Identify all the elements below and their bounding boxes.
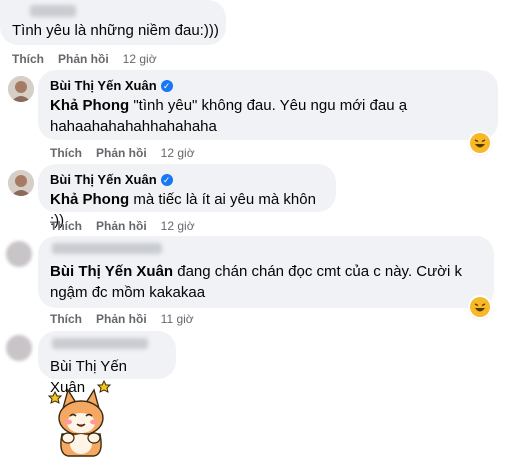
comment-text: Tình yêu là những niềm đau:))) bbox=[12, 22, 219, 39]
comment-bubble-1: Tình yêu là những niềm đau:))) bbox=[0, 0, 226, 45]
comment-time[interactable]: 11 giờ bbox=[161, 312, 194, 326]
blurred-author-name bbox=[52, 243, 162, 254]
comment-text: "tình yêu" không đau. Yêu ngu mới đau ạ bbox=[129, 97, 408, 114]
reply-button[interactable]: Phản hồi bbox=[96, 312, 147, 326]
comment-bubble-2: Bùi Thị Yến Xuân ✓ Khả Phong "tình yêu" … bbox=[38, 70, 498, 140]
mention-link[interactable]: Bùi Thị Yến Xuân bbox=[50, 263, 173, 280]
like-button[interactable]: Thích bbox=[50, 219, 82, 233]
blurred-author-name bbox=[30, 5, 76, 17]
author-name[interactable]: Bùi Thị Yến Xuân bbox=[50, 171, 157, 189]
haha-reaction-icon[interactable] bbox=[470, 133, 490, 153]
comment-text: đang chán chán đọc cmt của c này. Cười k bbox=[173, 263, 462, 280]
comment-actions-1: Thích Phản hồi 12 giờ bbox=[12, 52, 171, 66]
avatar[interactable] bbox=[8, 76, 34, 102]
author-name[interactable]: Bùi Thị Yến Xuân bbox=[50, 77, 157, 95]
blurred-avatar[interactable] bbox=[6, 241, 32, 267]
comment-actions-4: Thích Phản hồi 11 giờ bbox=[50, 312, 208, 326]
comment-bubble-3: Bùi Thị Yến Xuân ✓ Khả Phong mà tiếc là … bbox=[38, 164, 336, 229]
comment-bubble-5: Bùi Thị Yến Xuân bbox=[38, 331, 176, 396]
like-button[interactable]: Thích bbox=[50, 312, 82, 326]
verified-icon: ✓ bbox=[160, 80, 173, 92]
avatar[interactable] bbox=[8, 170, 34, 196]
like-button[interactable]: Thích bbox=[12, 52, 44, 66]
comment-text-line2: hahaahahahahhahahaha bbox=[50, 118, 217, 135]
haha-reaction-icon[interactable] bbox=[470, 297, 490, 317]
mention-link[interactable]: Khả Phong bbox=[50, 191, 129, 208]
comment-text-line2: ngậm đc mồm kakakaa bbox=[50, 284, 206, 301]
reply-button[interactable]: Phản hồi bbox=[96, 146, 147, 160]
mention-link[interactable]: Khả Phong bbox=[50, 97, 129, 114]
comment-time[interactable]: 12 giờ bbox=[123, 52, 157, 66]
verified-icon: ✓ bbox=[160, 174, 173, 186]
reply-button[interactable]: Phản hồi bbox=[96, 219, 147, 233]
reply-button[interactable]: Phản hồi bbox=[58, 52, 109, 66]
comment-bubble-4: Bùi Thị Yến Xuân đang chán chán đọc cmt … bbox=[38, 236, 494, 308]
blurred-avatar[interactable] bbox=[6, 335, 32, 361]
shiba-dog-sticker[interactable] bbox=[44, 379, 118, 458]
like-button[interactable]: Thích bbox=[50, 146, 82, 160]
comment-actions-2: Thích Phản hồi 12 giờ bbox=[50, 146, 209, 160]
comment-actions-3: Thích Phản hồi 12 giờ bbox=[50, 219, 209, 233]
blurred-author-name bbox=[52, 338, 148, 349]
comment-time[interactable]: 12 giờ bbox=[161, 146, 195, 160]
comment-time[interactable]: 12 giờ bbox=[161, 219, 195, 233]
